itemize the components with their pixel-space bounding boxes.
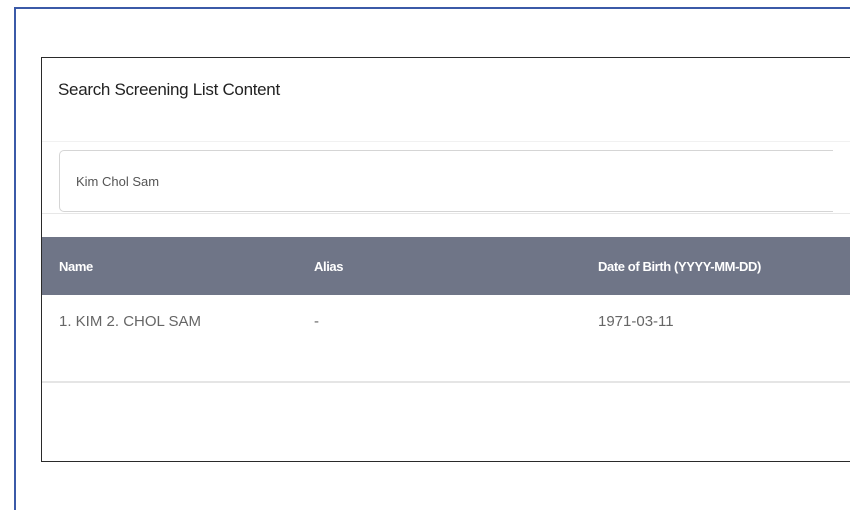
column-header-name[interactable]: Name — [42, 259, 314, 274]
cell-name: 1. KIM 2. CHOL SAM — [59, 313, 201, 330]
panel-title: Search Screening List Content — [58, 80, 280, 99]
cell-alias: - — [314, 313, 319, 330]
column-header-alias[interactable]: Alias — [314, 259, 598, 274]
table-header: Name Alias Date of Birth (YYYY-MM-DD) — [42, 237, 850, 295]
screening-search-panel: Search Screening List Content Name Alias… — [41, 57, 850, 462]
search-area — [42, 142, 850, 214]
cell-dob: 1971-03-11 — [598, 313, 674, 330]
search-input[interactable] — [59, 150, 833, 212]
column-header-dob[interactable]: Date of Birth (YYYY-MM-DD) — [598, 259, 850, 274]
results-table: Name Alias Date of Birth (YYYY-MM-DD) 1.… — [42, 237, 850, 383]
table-row[interactable]: 1. KIM 2. CHOL SAM - 1971-03-11 — [42, 295, 850, 383]
panel-header: Search Screening List Content — [42, 58, 850, 142]
